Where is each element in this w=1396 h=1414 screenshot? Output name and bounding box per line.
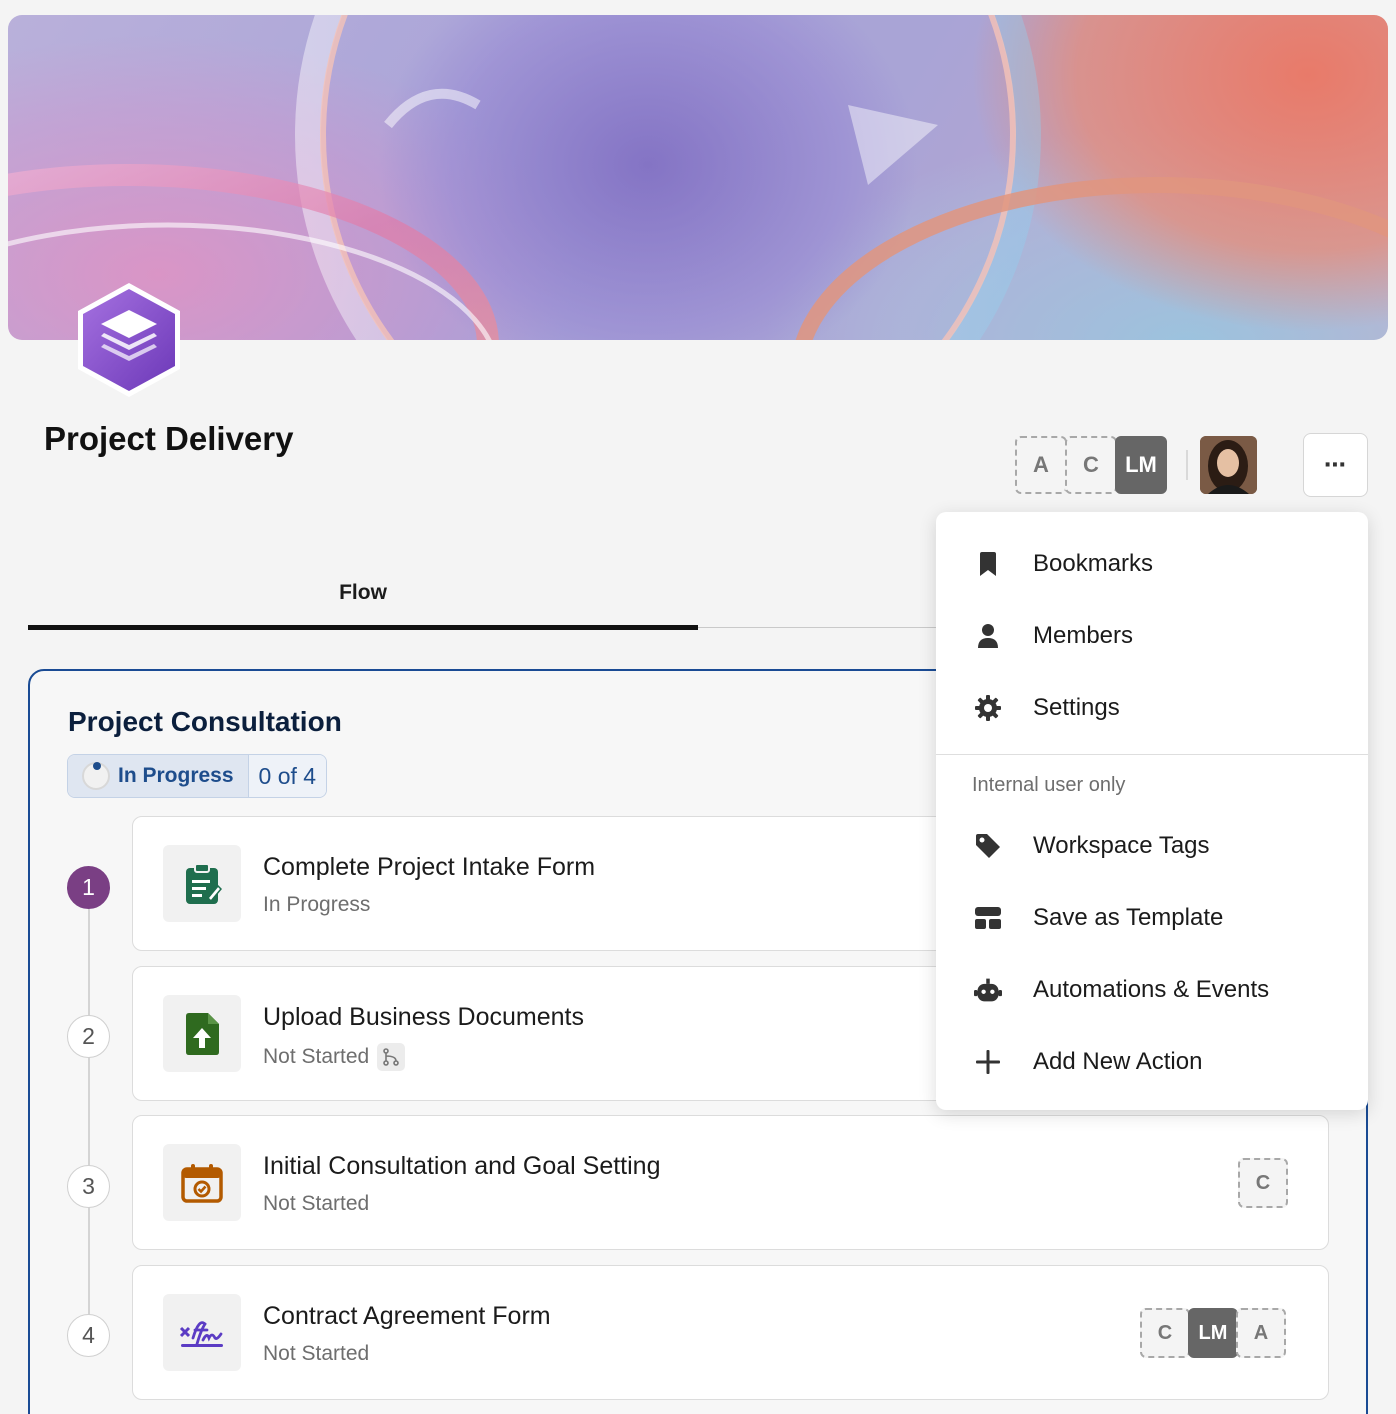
menu-item-save-as-template[interactable]: Save as Template bbox=[936, 888, 1368, 948]
menu-divider bbox=[936, 754, 1368, 755]
assignee-chip-c[interactable]: C bbox=[1065, 436, 1117, 494]
task-card[interactable]: Initial Consultation and Goal Setting No… bbox=[132, 1115, 1329, 1250]
stage-progress-count: 0 of 4 bbox=[248, 755, 327, 797]
progress-ring-icon bbox=[82, 762, 110, 790]
task-title[interactable]: Initial Consultation and Goal Setting bbox=[263, 1152, 660, 1181]
stage-status-badge: In Progress 0 of 4 bbox=[67, 754, 328, 798]
template-icon bbox=[974, 904, 1002, 932]
menu-item-automations[interactable]: Automations & Events bbox=[936, 960, 1368, 1020]
timeline-connector bbox=[88, 905, 90, 1335]
menu-item-label: Add New Action bbox=[1033, 1048, 1203, 1075]
menu-item-label: Bookmarks bbox=[1033, 550, 1154, 577]
menu-item-settings[interactable]: Settings bbox=[936, 678, 1368, 738]
plus-icon bbox=[974, 1048, 1002, 1076]
task-assignees[interactable]: C bbox=[1238, 1158, 1288, 1208]
task-title[interactable]: Upload Business Documents bbox=[263, 1003, 584, 1032]
menu-item-bookmarks[interactable]: Bookmarks bbox=[936, 534, 1368, 594]
task-status-label: Not Started bbox=[263, 1192, 370, 1215]
assignee-chip-lm[interactable]: LM bbox=[1188, 1308, 1238, 1358]
task-status-label: Not Started bbox=[263, 1342, 370, 1365]
cover-banner bbox=[8, 15, 1388, 340]
assignee-chip-a[interactable]: A bbox=[1236, 1308, 1286, 1358]
file-upload-icon bbox=[163, 995, 241, 1072]
task-status: In Progress bbox=[263, 893, 370, 917]
step-number-3: 3 bbox=[67, 1165, 110, 1208]
task-status: Not Started bbox=[263, 1043, 406, 1071]
person-icon bbox=[974, 622, 1002, 650]
clipboard-form-icon bbox=[163, 845, 241, 922]
stage-title: Project Consultation bbox=[68, 706, 342, 737]
menu-item-label: Settings bbox=[1033, 694, 1120, 721]
step-number-4: 4 bbox=[67, 1314, 110, 1357]
workspace-logo-icon bbox=[74, 280, 184, 400]
gear-icon bbox=[974, 694, 1002, 722]
tag-icon bbox=[974, 832, 1002, 860]
step-number-2: 2 bbox=[67, 1015, 110, 1058]
assignee-chip-lm[interactable]: LM bbox=[1115, 436, 1167, 494]
task-assignees[interactable]: C LM A bbox=[1140, 1308, 1286, 1358]
stage-status-label: In Progress bbox=[118, 764, 234, 787]
user-avatar[interactable] bbox=[1200, 436, 1257, 494]
menu-section-label: Internal user only bbox=[972, 774, 1126, 796]
menu-item-add-new-action[interactable]: Add New Action bbox=[936, 1032, 1368, 1092]
menu-item-label: Members bbox=[1033, 622, 1134, 649]
task-status-label: Not Started bbox=[263, 1045, 370, 1068]
assignee-chip-c[interactable]: C bbox=[1140, 1308, 1190, 1358]
header-divider bbox=[1186, 450, 1188, 480]
step-number-1: 1 bbox=[67, 866, 110, 909]
menu-item-label: Automations & Events bbox=[1033, 976, 1270, 1003]
menu-item-label: Workspace Tags bbox=[1033, 832, 1210, 859]
task-title[interactable]: Contract Agreement Form bbox=[263, 1302, 551, 1331]
task-status-label: In Progress bbox=[263, 893, 371, 916]
task-status: Not Started bbox=[263, 1192, 369, 1216]
bookmark-icon bbox=[974, 550, 1002, 578]
task-status: Not Started bbox=[263, 1342, 369, 1366]
stage-status-pill: In Progress bbox=[68, 755, 249, 797]
branch-icon bbox=[377, 1043, 406, 1071]
menu-item-workspace-tags[interactable]: Workspace Tags bbox=[936, 816, 1368, 876]
page-title: Project Delivery bbox=[44, 420, 294, 457]
task-card[interactable]: Contract Agreement Form Not Started C LM… bbox=[132, 1265, 1329, 1400]
assignee-chip-c[interactable]: C bbox=[1238, 1158, 1288, 1208]
workspace-assignees[interactable]: A C LM bbox=[1015, 436, 1167, 494]
assignee-chip-a[interactable]: A bbox=[1015, 436, 1067, 494]
signature-icon bbox=[163, 1294, 241, 1371]
task-title[interactable]: Complete Project Intake Form bbox=[263, 853, 595, 882]
menu-item-members[interactable]: Members bbox=[936, 606, 1368, 666]
more-options-menu: Bookmarks Members Settings Internal user… bbox=[936, 512, 1368, 1110]
robot-icon bbox=[974, 976, 1002, 1004]
menu-item-label: Save as Template bbox=[1033, 904, 1224, 931]
calendar-check-icon bbox=[163, 1144, 241, 1221]
more-options-button[interactable]: ⋯ bbox=[1303, 433, 1368, 497]
tab-flow[interactable]: Flow bbox=[28, 560, 698, 630]
